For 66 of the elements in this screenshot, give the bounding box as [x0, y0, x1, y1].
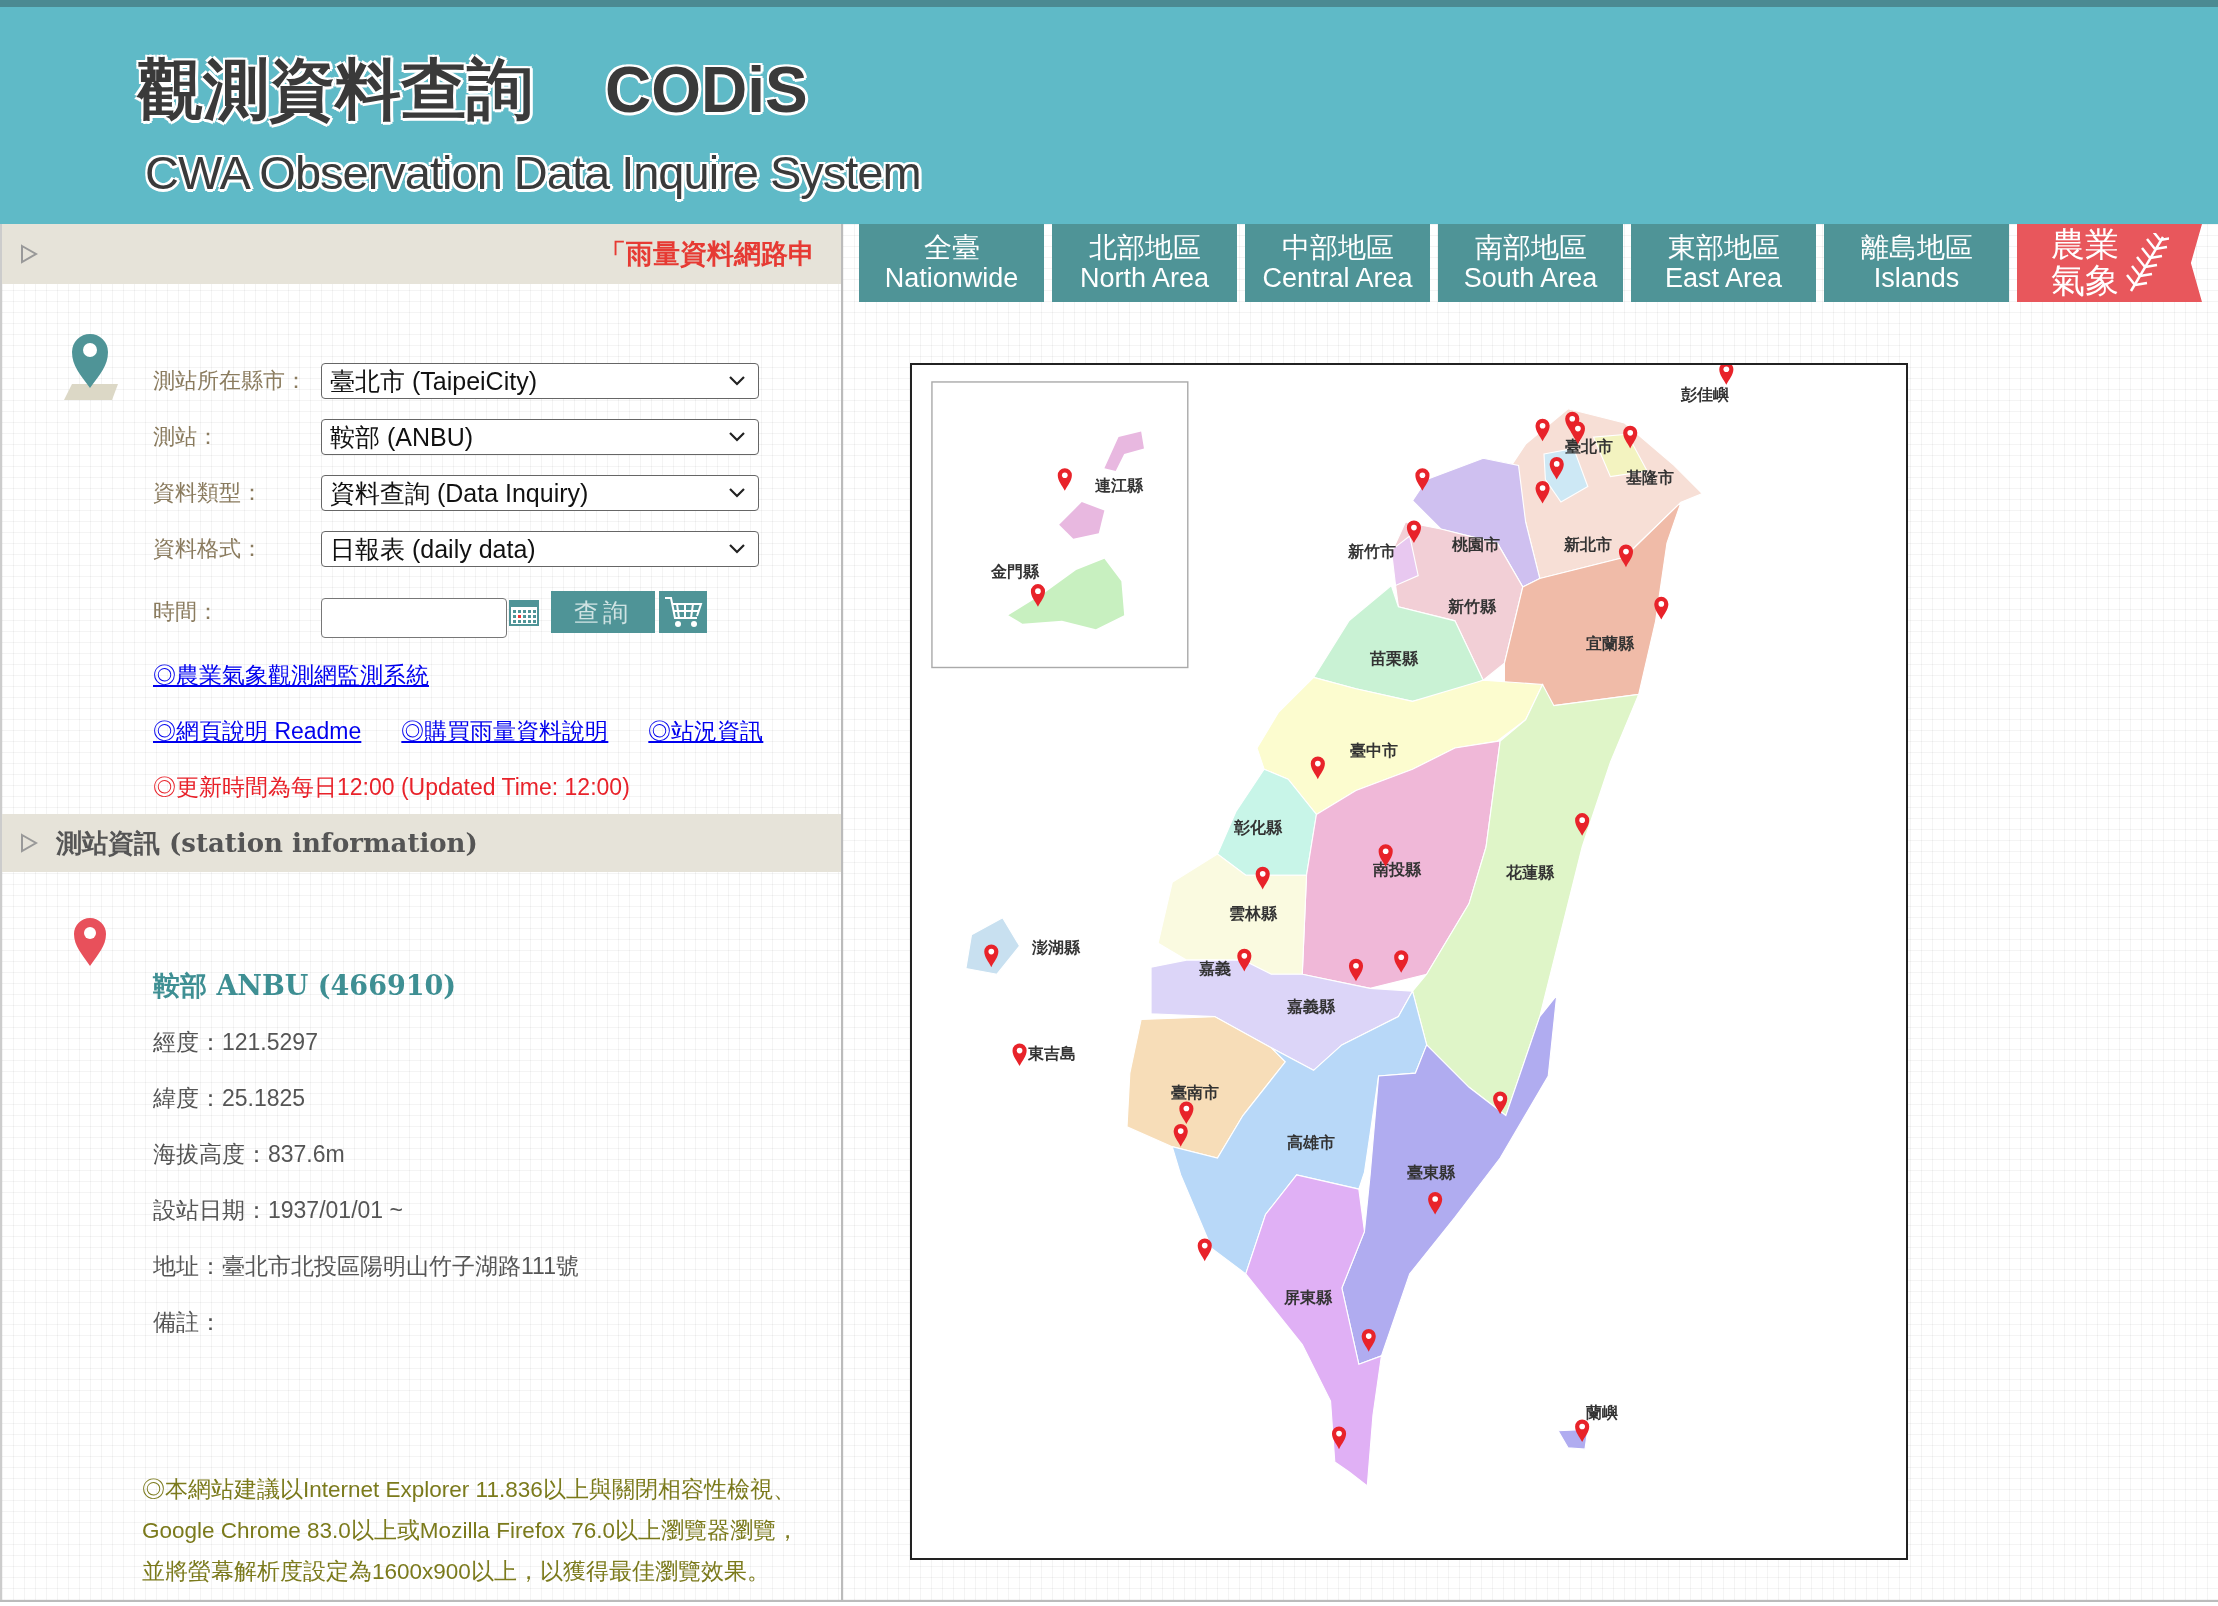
- calendar-icon[interactable]: [509, 598, 539, 626]
- site-subtitle: CWA Observation Data Inquire System: [145, 145, 921, 200]
- county-label: 蘭嶼: [1585, 1402, 1618, 1422]
- site-title: 觀測資料查詢: [137, 50, 533, 130]
- field-label: 資料類型：: [153, 479, 264, 507]
- county-label: 新竹市: [1347, 542, 1396, 561]
- field-label: 時間：: [153, 598, 220, 626]
- county-label: 新北市: [1563, 534, 1612, 554]
- leaf-icon: [2124, 233, 2169, 293]
- county-label: 嘉義: [1198, 959, 1231, 978]
- county-label: 高雄市: [1286, 1132, 1335, 1152]
- dropdown[interactable]: 鞍部 (ANBU): [321, 419, 759, 455]
- station-detail: 設站日期：1937/01/01 ~: [153, 1195, 404, 1225]
- county-label: 連江縣: [1094, 475, 1143, 495]
- cart-button[interactable]: [659, 591, 707, 633]
- county-label: 臺北市: [1565, 437, 1614, 457]
- station-detail: 緯度：25.1825: [153, 1083, 307, 1113]
- triangle-icon: [20, 833, 38, 853]
- county-label: 雲林縣: [1228, 903, 1277, 923]
- cart-icon: [663, 594, 703, 630]
- dropdown[interactable]: 日報表 (daily data): [321, 531, 759, 567]
- county-label: 金門縣: [991, 561, 1040, 581]
- station-detail: 地址：臺北市北投區陽明山竹子湖路111號: [153, 1251, 580, 1281]
- date-input-field[interactable]: [321, 598, 507, 638]
- link[interactable]: ◎站況資訊: [648, 715, 764, 747]
- county-label: 臺南市: [1170, 1083, 1219, 1103]
- county-label: 宜蘭縣: [1586, 633, 1635, 653]
- county-label: 花蓮縣: [1505, 862, 1554, 882]
- dropdown[interactable]: 臺北市 (TaipeiCity): [321, 363, 759, 399]
- update-time-note: ◎更新時間為每日12:00 (Updated Time: 12:00): [153, 772, 631, 802]
- station-name: 鞍部 ANBU (466910): [153, 969, 458, 1003]
- chevron-icon: [728, 431, 746, 443]
- county-label: 臺東縣: [1406, 1162, 1455, 1182]
- location-pin-icon: [72, 916, 108, 968]
- agriculture-tab[interactable]: 農業 氣象: [2017, 224, 2202, 302]
- county-label: 桃園市: [1452, 534, 1501, 554]
- link[interactable]: ◎網頁說明 Readme: [153, 715, 362, 747]
- county-label: 臺中市: [1350, 741, 1399, 761]
- county-region: [965, 916, 1021, 975]
- dropdown[interactable]: 資料查詢 (Data Inquiry): [321, 475, 759, 511]
- station-detail: 備註：: [153, 1307, 223, 1337]
- county-label: 東吉島: [1028, 1043, 1077, 1063]
- link[interactable]: ◎農業氣象觀測網監測系統: [153, 659, 429, 691]
- county-label: 澎湖縣: [1032, 937, 1081, 957]
- site-brand: CODiS: [605, 53, 808, 127]
- county-label: 屏東縣: [1283, 1288, 1332, 1308]
- notice-marquee: 「雨量資料網路申: [599, 237, 815, 271]
- chevron-icon: [728, 543, 746, 555]
- county-label: 彭佳嶼: [1681, 385, 1730, 405]
- station-detail: 經度：121.5297: [153, 1027, 319, 1057]
- section-heading: 測站資訊 (station information): [56, 826, 478, 860]
- field-label: 測站：: [153, 423, 220, 451]
- field-label: 資料格式：: [153, 535, 264, 563]
- chevron-icon: [728, 375, 746, 387]
- triangle-icon: [20, 244, 38, 264]
- link[interactable]: ◎購買雨量資料說明: [401, 715, 609, 747]
- county-label: 苗栗縣: [1370, 649, 1419, 669]
- chevron-icon: [728, 487, 746, 499]
- browser-note: ◎本網站建議以Internet Explorer 11.836以上與關閉相容性檢視、 Google Chrome 83.0以上或Mozilla Firefox 76.0以上瀏覽器瀏覽， 並將螢幕解析度設定為1600x900以上，以獲得最佳瀏覽效果。: [141, 1476, 800, 1586]
- field-label: 測站所在縣市：: [153, 367, 308, 395]
- county-label: 嘉義縣: [1286, 997, 1335, 1017]
- county-label: 新竹縣: [1447, 597, 1496, 617]
- station-detail: 海拔高度：837.6m: [153, 1139, 346, 1169]
- county-label: 基隆市: [1626, 468, 1674, 488]
- county-label: 彰化縣: [1234, 817, 1283, 837]
- county-label: 南投縣: [1373, 860, 1421, 880]
